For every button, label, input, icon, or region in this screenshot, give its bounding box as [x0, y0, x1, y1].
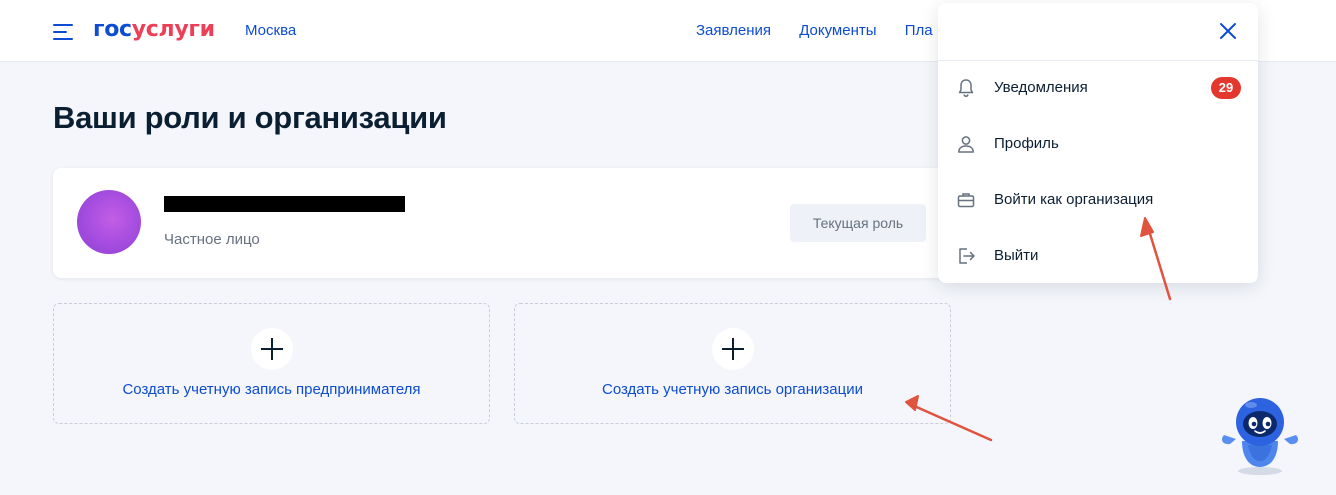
- top-nav: Заявления Документы Пла: [696, 22, 957, 39]
- role-card: Частное лицо Текущая роль: [53, 168, 953, 278]
- create-organization-account-label: Создать учетную запись организации: [601, 381, 863, 398]
- plus-icon: [250, 328, 293, 370]
- current-role-badge: Текущая роль: [790, 204, 926, 242]
- nav-documents[interactable]: Документы: [799, 22, 876, 39]
- redacted-user-name: [164, 196, 405, 212]
- assistant-robot-icon[interactable]: [1218, 395, 1302, 477]
- plus-icon: [711, 328, 754, 370]
- menu-item-label: Профиль: [994, 135, 1059, 152]
- notifications-count-badge: 29: [1211, 77, 1241, 99]
- logo-part-gos: гос: [93, 17, 132, 42]
- briefcase-icon: [956, 190, 976, 210]
- menu-item-notifications[interactable]: Уведомления 29: [938, 63, 1258, 113]
- menu-item-label: Уведомления: [994, 79, 1088, 96]
- menu-item-logout[interactable]: Выйти: [938, 231, 1258, 281]
- menu-item-profile[interactable]: Профиль: [938, 119, 1258, 169]
- menu-item-login-as-organization[interactable]: Войти как организация: [938, 175, 1258, 225]
- create-entrepreneur-account-label: Создать учетную запись предпринимателя: [122, 381, 421, 398]
- bell-icon: [956, 78, 976, 98]
- menu-item-label: Войти как организация: [994, 191, 1154, 208]
- menu-divider: [938, 60, 1258, 61]
- logout-icon: [956, 246, 976, 266]
- close-icon[interactable]: [1218, 21, 1238, 41]
- create-entrepreneur-account-tile[interactable]: Создать учетную запись предпринимателя: [53, 303, 490, 424]
- city-selector[interactable]: Москва: [245, 22, 296, 39]
- role-type-label: Частное лицо: [164, 231, 260, 248]
- menu-burger-icon[interactable]: [53, 22, 75, 40]
- logo-part-uslugi: услуги: [131, 17, 215, 42]
- gosuslugi-logo[interactable]: госуслуги: [93, 17, 215, 42]
- nav-applications[interactable]: Заявления: [696, 22, 771, 39]
- menu-item-label: Выйти: [994, 247, 1039, 264]
- avatar: [77, 190, 141, 254]
- nav-payments[interactable]: Пла: [905, 22, 933, 39]
- user-icon: [956, 134, 976, 154]
- page-title: Ваши роли и организации: [53, 100, 447, 135]
- user-menu-dropdown: Уведомления 29 Профиль Войти как организ…: [938, 3, 1258, 283]
- create-organization-account-tile[interactable]: Создать учетную запись организации: [514, 303, 951, 424]
